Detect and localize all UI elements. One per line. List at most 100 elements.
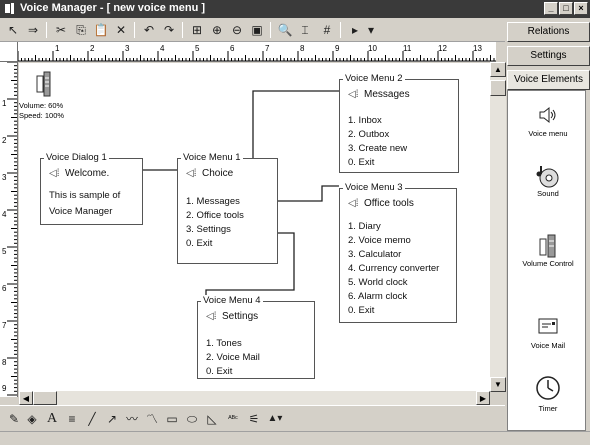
pointer-icon[interactable]: ↖ [4,22,22,38]
ruler-number: 2 [2,136,7,145]
line-weight-icon[interactable]: ≡ [64,410,80,428]
app-icon [4,2,16,15]
palette-scrollbar[interactable] [585,90,590,431]
ellipse-icon[interactable]: ⬭ [184,410,200,428]
horizontal-scrollbar[interactable]: ◀ ▶ [19,391,490,405]
palette-item-voice-mail[interactable]: Voice Mail [508,315,588,350]
zoom-out-icon[interactable]: ⊖ [228,22,246,38]
menu-item[interactable]: 2. Office tools [186,209,244,223]
menu-item[interactable]: 1. Inbox [348,114,407,128]
vertical-scrollbar[interactable]: ▲ ▼ [490,62,506,392]
redo-icon[interactable]: ↷ [160,22,178,38]
menu-item[interactable]: 3. Settings [186,223,244,237]
ruler-number: 9 [335,44,340,53]
maximize-button[interactable]: □ [559,2,573,15]
minimize-button[interactable]: _ [544,2,558,15]
freehand-icon[interactable]: 〰 [124,410,140,428]
menu-item[interactable]: 2. Voice memo [348,234,439,248]
color-icon[interactable]: ⚟ [246,410,262,428]
scroll-right-button[interactable]: ▶ [476,391,490,405]
voice-dialog-1-node[interactable]: Voice Dialog 1 ◁⁞ Welcome. This is sample… [40,152,143,225]
zoom-fit-icon[interactable]: ⊞ [188,22,206,38]
rectangle-icon[interactable]: ▭ [164,410,180,428]
close-button[interactable]: × [574,2,588,15]
node-title: Voice Menu 1 [181,152,243,163]
image-icon[interactable]: ▲▾ [264,410,286,428]
polyline-icon[interactable]: 〽 [144,410,160,428]
palette-item-timer[interactable]: Timer [508,374,588,413]
ruler-number: 1 [55,44,60,53]
volume-control-icon [508,233,588,259]
palette-item-voice-menu[interactable]: Voice menu [508,103,588,138]
speaker-icon: ◁⁞ [206,311,217,322]
tab-settings[interactable]: Settings [507,46,590,66]
node-heading: ◁⁞ Choice [186,168,234,179]
menu-item[interactable]: 0. Exit [348,156,407,170]
menu-item[interactable]: 3. Create new [348,142,407,156]
node-title: Voice Menu 3 [343,182,405,193]
dialog-line: Voice Manager [49,206,113,217]
copy-icon[interactable]: ⎘ [72,22,90,38]
volume-control-icon [36,71,51,97]
node-heading: ◁⁞ Messages [348,89,410,100]
palette-item-label: Timer [538,404,558,413]
cut-icon[interactable]: ✂ [52,22,70,38]
voice-menu-1-node[interactable]: Voice Menu 1 ◁⁞ Choice 1. Messages 2. Off… [177,152,278,264]
text-box-icon[interactable]: ᴬᴮᶜ [222,410,244,428]
menu-item[interactable]: 0. Exit [348,304,439,318]
zoom-in-icon[interactable]: ⊕ [208,22,226,38]
menu-item[interactable]: 4. Currency converter [348,262,439,276]
palette-item-volume-control[interactable]: Volume Control [508,233,588,268]
line-icon[interactable]: ╱ [84,410,100,428]
scroll-up-button[interactable]: ▲ [490,62,506,77]
menu-item[interactable]: 1. Tones [206,337,260,351]
scroll-thumb[interactable] [490,80,506,96]
ruler-corner [0,42,18,62]
text-cursor-icon[interactable]: ⌶ [296,22,314,38]
ruler-number: 3 [2,173,7,182]
palette-item-label: Volume Control [522,259,574,268]
palette-item-label: Voice menu [528,129,568,138]
tab-relations[interactable]: Relations [507,22,590,42]
menu-item[interactable]: 3. Calculator [348,248,439,262]
dialog-line: This is sample of [49,190,121,201]
arrow-icon[interactable]: ↗ [104,410,120,428]
menu-item[interactable]: 2. Voice Mail [206,351,260,365]
status-bar [0,431,590,445]
menu-item[interactable]: 2. Outbox [348,128,407,142]
polygon-icon[interactable]: ◺ [204,410,220,428]
paste-icon[interactable]: 📋 [92,22,110,38]
ruler-number: 7 [2,321,7,330]
fill-icon[interactable]: ◈ [24,410,40,428]
timer-icon [508,374,588,404]
grid-icon[interactable]: # [318,22,336,38]
palette-item-sound[interactable]: Sound [508,163,588,198]
menu-item[interactable]: 0. Exit [186,237,244,251]
scroll-left-button[interactable]: ◀ [19,391,33,405]
volume-info: Volume: 60% Speed: 100% [19,101,64,121]
pen-icon[interactable]: ✎ [6,410,22,428]
menu-item[interactable]: 0. Exit [206,365,260,379]
text-icon[interactable]: A [44,410,60,428]
ruler-number: 4 [160,44,165,53]
menu-item[interactable]: 1. Diary [348,220,439,234]
scroll-thumb[interactable] [33,391,57,405]
tab-voice-elements[interactable]: Voice Elements [507,70,590,90]
move-icon[interactable]: ⇒ [24,22,42,38]
voice-menu-3-node[interactable]: Voice Menu 3 ◁⁞ Office tools 1. Diary 2. … [339,182,457,323]
volume-widget[interactable] [35,70,53,101]
scroll-down-button[interactable]: ▼ [490,377,506,392]
search-icon[interactable]: 🔍 [276,22,294,38]
undo-icon[interactable]: ↶ [140,22,158,38]
menu-item[interactable]: 6. Alarm clock [348,290,439,304]
voice-menu-4-node[interactable]: Voice Menu 4 ◁⁞ Settings 1. Tones 2. Voic… [197,295,315,379]
menu-item[interactable]: 1. Messages [186,195,244,209]
menu-item[interactable]: 5. World clock [348,276,439,290]
window-title: Voice Manager - [ new voice menu ] [20,2,206,14]
zoom-page-icon[interactable]: ▣ [248,22,266,38]
diagram-canvas[interactable]: Volume: 60% Speed: 100% Voice Dialog 1 ◁… [19,63,490,391]
voice-menu-2-node[interactable]: Voice Menu 2 ◁⁞ Messages 1. Inbox 2. Outb… [339,73,459,173]
ruler-number: 8 [2,358,7,367]
dropdown-icon[interactable]: ▾ [362,22,380,38]
delete-icon[interactable]: ✕ [112,22,130,38]
